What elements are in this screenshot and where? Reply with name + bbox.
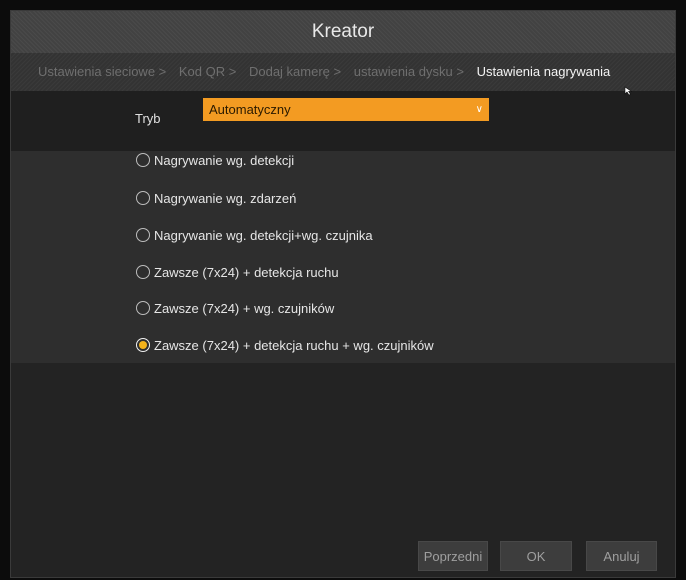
previous-button[interactable]: Poprzedni — [418, 541, 488, 571]
ok-button[interactable]: OK — [500, 541, 572, 571]
option-label: Zawsze (7x24) + wg. czujników — [154, 300, 335, 316]
radio-icon[interactable] — [136, 228, 150, 242]
mode-label: Tryb — [135, 111, 161, 126]
cancel-button[interactable]: Anuluj — [586, 541, 657, 571]
step-recording-settings[interactable]: Ustawienia nagrywania — [477, 53, 611, 91]
window-title: Kreator — [11, 11, 675, 53]
radio-icon[interactable] — [136, 301, 150, 315]
option-detection-and-sensor[interactable]: Nagrywanie wg. detekcji+wg. czujnika — [136, 225, 373, 245]
option-label: Zawsze (7x24) + detekcja ruchu — [154, 264, 339, 280]
option-motion-detection[interactable]: Nagrywanie wg. detekcji — [136, 150, 294, 170]
mouse-cursor-icon — [624, 86, 633, 96]
radio-selected-icon[interactable] — [136, 338, 150, 352]
wizard-steps: Ustawienia sieciowe > Kod QR > Dodaj kam… — [11, 53, 675, 91]
option-label: Zawsze (7x24) + detekcja ruchu + wg. czu… — [154, 337, 434, 353]
radio-icon[interactable] — [136, 153, 150, 167]
mode-value: Automatyczny — [209, 102, 291, 117]
option-always-sensors[interactable]: Zawsze (7x24) + wg. czujników — [136, 298, 334, 318]
option-label: Nagrywanie wg. detekcji+wg. czujnika — [154, 227, 373, 243]
option-always-motion[interactable]: Zawsze (7x24) + detekcja ruchu — [136, 262, 339, 282]
option-label: Nagrywanie wg. detekcji — [154, 152, 295, 168]
radio-icon[interactable] — [136, 191, 150, 205]
option-label: Nagrywanie wg. zdarzeń — [154, 190, 297, 206]
radio-icon[interactable] — [136, 265, 150, 279]
option-always-motion-sensors[interactable]: Zawsze (7x24) + detekcja ruchu + wg. czu… — [136, 335, 434, 355]
step-qr-code[interactable]: Kod QR > — [179, 53, 236, 91]
empty-panel — [11, 363, 675, 577]
wizard-window: Kreator Ustawienia sieciowe > Kod QR > D… — [10, 10, 676, 578]
step-add-camera[interactable]: Dodaj kamerę > — [249, 53, 341, 91]
chevron-down-icon: ∨ — [475, 104, 483, 115]
option-events[interactable]: Nagrywanie wg. zdarzeń — [136, 188, 296, 208]
step-disk-settings[interactable]: ustawienia dysku > — [354, 53, 464, 91]
recording-options-panel — [11, 151, 675, 363]
step-network-settings[interactable]: Ustawienia sieciowe > — [38, 53, 166, 91]
mode-dropdown[interactable]: Automatyczny ∨ — [203, 98, 489, 121]
